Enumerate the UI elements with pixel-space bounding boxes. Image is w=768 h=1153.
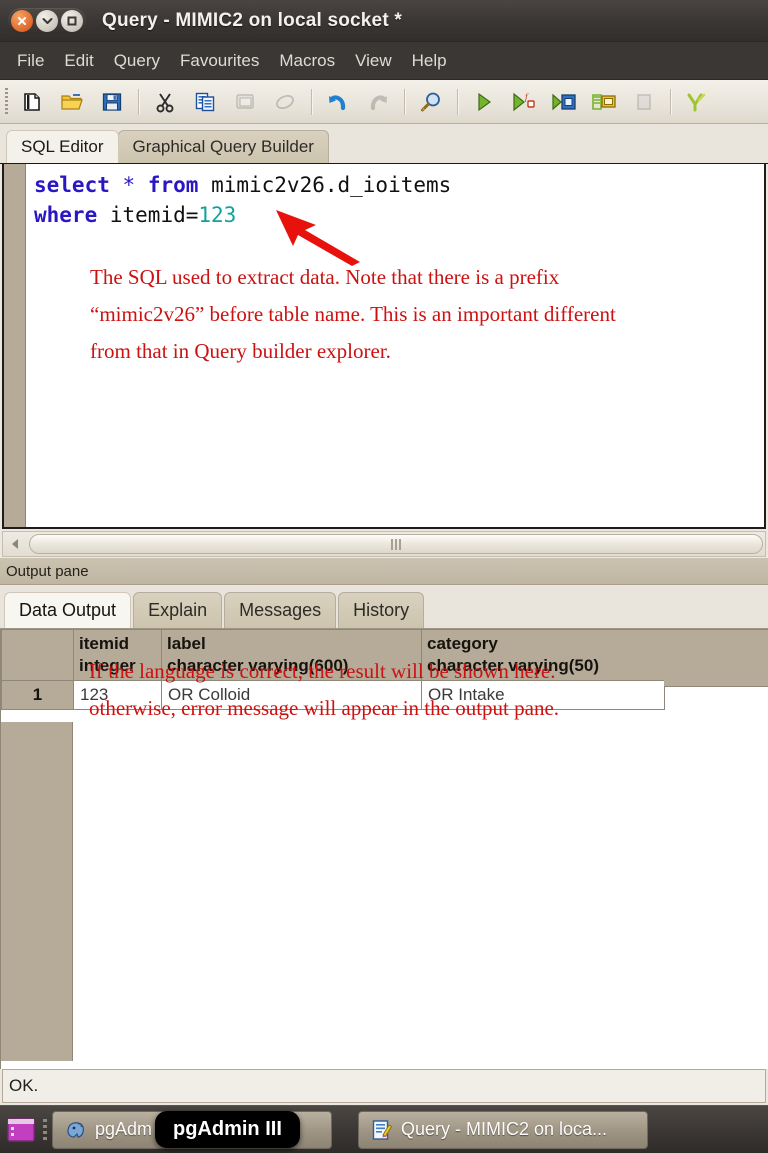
cut-icon[interactable] xyxy=(146,85,184,119)
scrollbar-track[interactable] xyxy=(27,533,765,555)
save-file-icon[interactable] xyxy=(93,85,131,119)
editor-tab-strip: SQL Editor Graphical Query Builder xyxy=(0,124,768,164)
macros-icon[interactable] xyxy=(678,85,716,119)
find-replace-icon[interactable] xyxy=(412,85,450,119)
column-name-label: label xyxy=(167,634,206,653)
taskbar-item-label-pgadmin: pgAdm xyxy=(95,1119,153,1139)
editor-horizontal-scrollbar[interactable] xyxy=(2,531,766,557)
window-title: Query - MIMIC2 on local socket * xyxy=(102,9,402,31)
menu-item-favourites[interactable]: Favourites xyxy=(171,47,268,75)
grid-annotation-line-2: otherwise, error message will appear in … xyxy=(89,695,560,720)
sql-keyword-select: select xyxy=(34,173,110,197)
undo-icon[interactable] xyxy=(319,85,357,119)
pgadmin-query-window: Query - MIMIC2 on local socket * File Ed… xyxy=(0,0,768,1153)
scroll-left-icon[interactable] xyxy=(3,533,27,555)
status-bar: OK. xyxy=(2,1069,766,1103)
tab-data-output[interactable]: Data Output xyxy=(4,592,132,628)
paste-icon xyxy=(226,85,264,119)
toolbar-separator xyxy=(311,88,312,115)
column-name-category: category xyxy=(427,634,498,653)
editor-annotation-line-3: from that in Query builder explorer. xyxy=(90,338,391,363)
taskbar: pgAdm Query - MIMIC2 on loca... pgAdmin … xyxy=(0,1105,768,1153)
toolbar-separator xyxy=(670,88,671,115)
toolbar-separator xyxy=(457,88,458,115)
sql-numeric-literal: 123 xyxy=(198,203,237,228)
toolbar-separator xyxy=(138,88,139,115)
taskbar-tooltip: pgAdmin III xyxy=(155,1111,300,1148)
clear-window-icon xyxy=(266,85,304,119)
menu-item-edit[interactable]: Edit xyxy=(55,47,102,75)
tab-explain[interactable]: Explain xyxy=(133,592,223,628)
tab-graphical-query-builder[interactable]: Graphical Query Builder xyxy=(117,130,329,163)
sql-table-identifier: mimic2v26.d_ioitems xyxy=(211,173,452,197)
status-text: OK. xyxy=(9,1076,39,1095)
tab-sql-editor[interactable]: SQL Editor xyxy=(6,130,119,163)
menu-item-macros[interactable]: Macros xyxy=(270,47,344,75)
sql-keyword-from: from xyxy=(147,173,199,197)
output-pane-label: Output pane xyxy=(6,562,89,580)
output-tab-strip: Data Output Explain Messages History xyxy=(0,585,768,629)
editor-annotation-line-2: “mimic2v26” before table name. This is a… xyxy=(90,301,616,326)
explain-analyze-icon[interactable] xyxy=(585,85,623,119)
explain-query-icon[interactable]: f xyxy=(505,85,543,119)
pgadmin-elephant-icon xyxy=(67,1121,84,1138)
cancel-query-icon xyxy=(625,85,663,119)
execute-query-icon[interactable] xyxy=(465,85,503,119)
menu-item-help[interactable]: Help xyxy=(403,47,456,75)
grid-rowheader-filler xyxy=(1,722,73,1061)
sql-star-operator: * xyxy=(122,173,136,197)
sql-editor-pane[interactable]: select * from mimic2v26.d_ioitems where … xyxy=(2,164,766,529)
column-name-itemid: itemid xyxy=(79,634,130,653)
data-output-grid[interactable]: itemid integer label character varying(6… xyxy=(0,629,768,1069)
copy-icon[interactable] xyxy=(186,85,224,119)
tab-history[interactable]: History xyxy=(338,592,425,628)
taskbar-grip[interactable] xyxy=(40,1115,50,1145)
sql-keyword-where: where xyxy=(34,203,98,228)
minimize-icon[interactable] xyxy=(36,9,58,32)
grid-annotation-line-1: If the language is correct, the result w… xyxy=(89,659,556,683)
grid-corner-cell[interactable] xyxy=(1,629,74,681)
editor-gutter xyxy=(4,164,26,527)
open-file-icon[interactable] xyxy=(53,85,91,119)
new-file-icon[interactable] xyxy=(13,85,51,119)
editor-annotation-line-1: The SQL used to extract data. Note that … xyxy=(90,265,560,289)
toolbar: f xyxy=(0,80,768,124)
scrollbar-grip xyxy=(391,538,401,550)
execute-to-file-icon[interactable] xyxy=(545,85,583,119)
menu-item-view[interactable]: View xyxy=(346,47,401,75)
toolbar-grip[interactable] xyxy=(2,85,11,119)
redo-icon xyxy=(359,85,397,119)
toolbar-separator xyxy=(404,88,405,115)
grid-annotation-text: If the language is correct, the result w… xyxy=(89,653,739,727)
sql-column-identifier: itemid= xyxy=(109,203,199,228)
menu-bar: File Edit Query Favourites Macros View H… xyxy=(0,42,768,80)
editor-annotation-text: The SQL used to extract data. Note that … xyxy=(90,259,750,369)
close-icon[interactable] xyxy=(11,9,33,32)
taskbar-item-query[interactable]: Query - MIMIC2 on loca... xyxy=(358,1110,648,1149)
window-controls xyxy=(8,7,86,34)
maximize-icon[interactable] xyxy=(61,9,83,32)
title-bar: Query - MIMIC2 on local socket * xyxy=(0,0,768,42)
row-number[interactable]: 1 xyxy=(1,679,74,710)
taskbar-item-label-query: Query - MIMIC2 on loca... xyxy=(401,1119,608,1139)
menu-item-query[interactable]: Query xyxy=(105,47,169,75)
window-list-icon[interactable] xyxy=(4,1113,38,1147)
query-editor-icon xyxy=(372,1119,393,1140)
tab-messages[interactable]: Messages xyxy=(224,592,337,628)
menu-item-file[interactable]: File xyxy=(8,47,53,75)
scrollbar-thumb[interactable] xyxy=(29,534,763,554)
output-pane-label-bar: Output pane xyxy=(0,557,768,585)
